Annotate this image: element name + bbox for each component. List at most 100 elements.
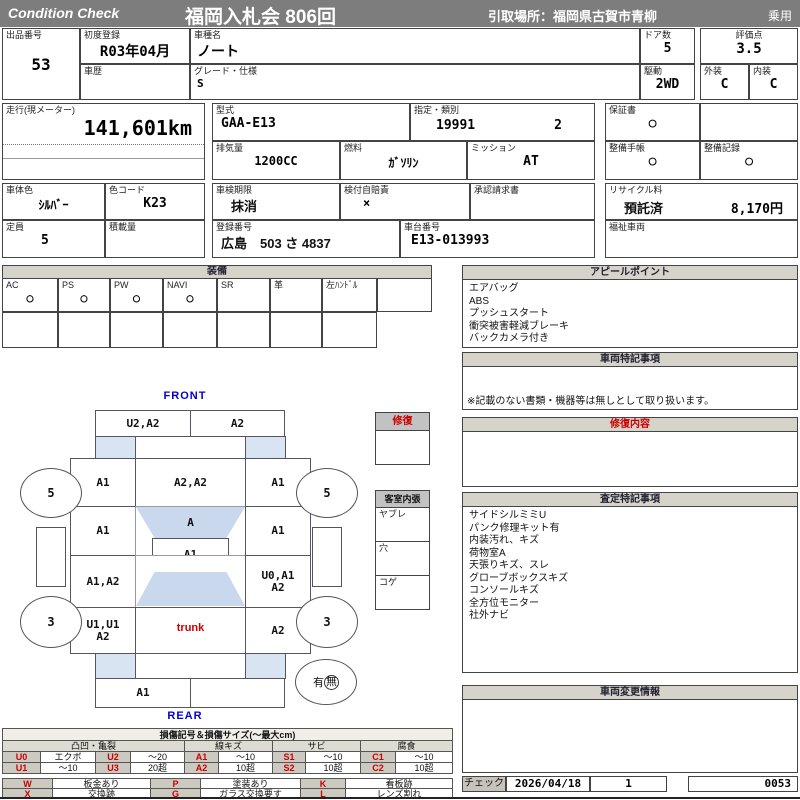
transmission-value: AT [523,154,539,169]
panel-front-bumper-right: A2 [190,410,285,437]
equipment-label: NAVI [167,280,188,290]
maintenance-record-value: ○ [745,154,753,169]
equipment-empty-cell [58,312,110,348]
equipment-value: ○ [186,291,194,305]
model-name-cell: 車種名 ノート [190,28,640,64]
panel-door-rear-left: A1,A2 [70,555,136,608]
equipment-cell-sr: SR [217,278,270,312]
interior-grade-cell: 内装 C [749,64,798,100]
equipment-cell-ac: AC ○ [2,278,58,312]
assessment-notes-box: 査定特記事項 サイドシルミミU パンク修理キット有 内装汚れ、キズ 荷物室A 天… [462,492,798,673]
lot-number-cell: 出品番号 53 [2,28,80,100]
cabin-lining-row-hole: 穴 [375,541,430,576]
welfare-vehicle-cell: 福祉車両 [605,220,798,258]
equipment-empty-cell [163,312,217,348]
equipment-label: SR [221,280,234,290]
lot-number-value: 53 [31,55,51,74]
panel-front-bumper-corner-left [95,436,136,459]
check-date-cell: 2026/04/18 [506,776,590,792]
mileage-cell: 走行(現メーター) 141,601km [2,103,205,180]
chassis-number-label: 車台番号 [404,222,441,232]
spare-yes-label: 有 [313,677,324,689]
grade-label: グレード・仕様 [194,66,258,76]
doors-label: ドア数 [644,30,672,40]
history-label: 車歴 [84,66,103,76]
displacement-label: 排気量 [216,143,244,153]
equipment-empty-cell [217,312,270,348]
cabin-lining-row-burn: コゲ [375,575,430,610]
equipment-label: PS [62,280,75,290]
divider [3,158,204,159]
model-name-value: ノート [197,44,239,60]
vehicle-notes-note: ※記載のない書類・機器等は無しとして取り扱います。 [467,396,715,407]
auction-condition-sheet: Condition Check 福岡入札会 806回 引取場所：福岡県古賀市青柳… [0,0,800,800]
history-cell: 車歴 [80,64,190,100]
registration-number-label: 登録番号 [216,222,253,232]
assessment-notes-title: 査定特記事項 [463,493,797,507]
transmission-label: ミッション [471,143,517,153]
exterior-grade-label: 外装 [704,66,723,76]
equipment-cell-leather: 革 [270,278,322,312]
maintenance-book-label: 整備手帳 [609,143,646,153]
interior-grade-label: 内装 [753,66,772,76]
recycle-status: 預託済 [624,201,664,216]
change-info-title: 車両変更情報 [463,686,797,700]
change-info-box: 車両変更情報 [462,685,798,773]
color-code-value: K23 [143,196,167,211]
type-class-value2: 2 [554,118,562,133]
lot-number-label: 出品番号 [6,30,43,40]
warranty-label: 保証書 [609,105,637,115]
spare-no-label-circled: 無 [324,674,339,690]
transmission-cell: ミッション AT [467,141,595,180]
warranty-value: ○ [648,116,657,131]
equipment-value: ○ [132,291,141,305]
doors-value: 5 [663,41,672,56]
header-bar: Condition Check 福岡入札会 806回 引取場所：福岡県古賀市青柳… [0,0,800,28]
body-color-cell: 車体色 ｼﾙﾊﾞｰ [2,183,105,220]
cabin-lining-label: コゲ [379,577,398,587]
type-class-cell: 指定・類別 19991 2 [410,103,595,141]
color-code-cell: 色コード K23 [105,183,205,220]
legend-code: A2 [184,762,219,774]
color-code-label: 色コード [109,185,146,195]
repair-details-content [463,432,797,438]
approval-request-label: 承認請求書 [474,185,520,195]
panel-rear-bumper-right [190,678,285,708]
panel-front-bumper-corner-right [245,436,286,459]
registration-number-value: 広島 503 さ 4837 [221,236,331,251]
cabin-lining-label: 穴 [379,543,389,553]
repair-details-box: 修復内容 [462,417,798,487]
divider [3,144,204,145]
panel-door-front-right: A1 [245,506,311,556]
equipment-empty-cell [322,312,377,348]
repair-flag-body [375,430,430,465]
legend-code: C2 [360,762,396,774]
panel-door-rear-right: U0,A1 A2 [245,555,311,608]
first-registration-value: R03年04月 [99,44,171,60]
panel-front-bumper-left: U2,A2 [95,410,191,437]
approval-request-cell: 承認請求書 [470,183,595,220]
insurance-cell: 検付自賠責 × [340,183,470,220]
maintenance-record-label: 整備記録 [704,143,741,153]
body-color-value: ｼﾙﾊﾞｰ [38,198,69,212]
equipment-label [378,279,431,281]
insurance-value: × [363,196,371,210]
equipment-label: AC [6,280,19,290]
maintenance-book-value: ○ [648,154,657,169]
cabin-lining-row-tear: ヤブレ [375,507,430,542]
tire-rect-left [36,527,66,587]
model-code-label: 型式 [216,105,235,115]
tire-tread-front-left: 5 [20,468,82,518]
auction-title: 福岡入札会 806回 [185,7,336,28]
inspection-label: 車検期限 [216,185,253,195]
recycle-fee-value: 8,170円 [730,202,783,217]
front-label: FRONT [163,390,207,402]
equipment-empty-cell [270,312,322,348]
check-count-cell: 1 [590,776,667,792]
equipment-cell-ps: PS ○ [58,278,110,312]
capacity-cell: 定員 5 [2,220,105,258]
bottom-border [0,797,800,799]
panel-trunk: trunk [135,607,246,654]
grade-cell: グレード・仕様 S [190,64,640,100]
warranty-blank-cell [700,103,798,141]
